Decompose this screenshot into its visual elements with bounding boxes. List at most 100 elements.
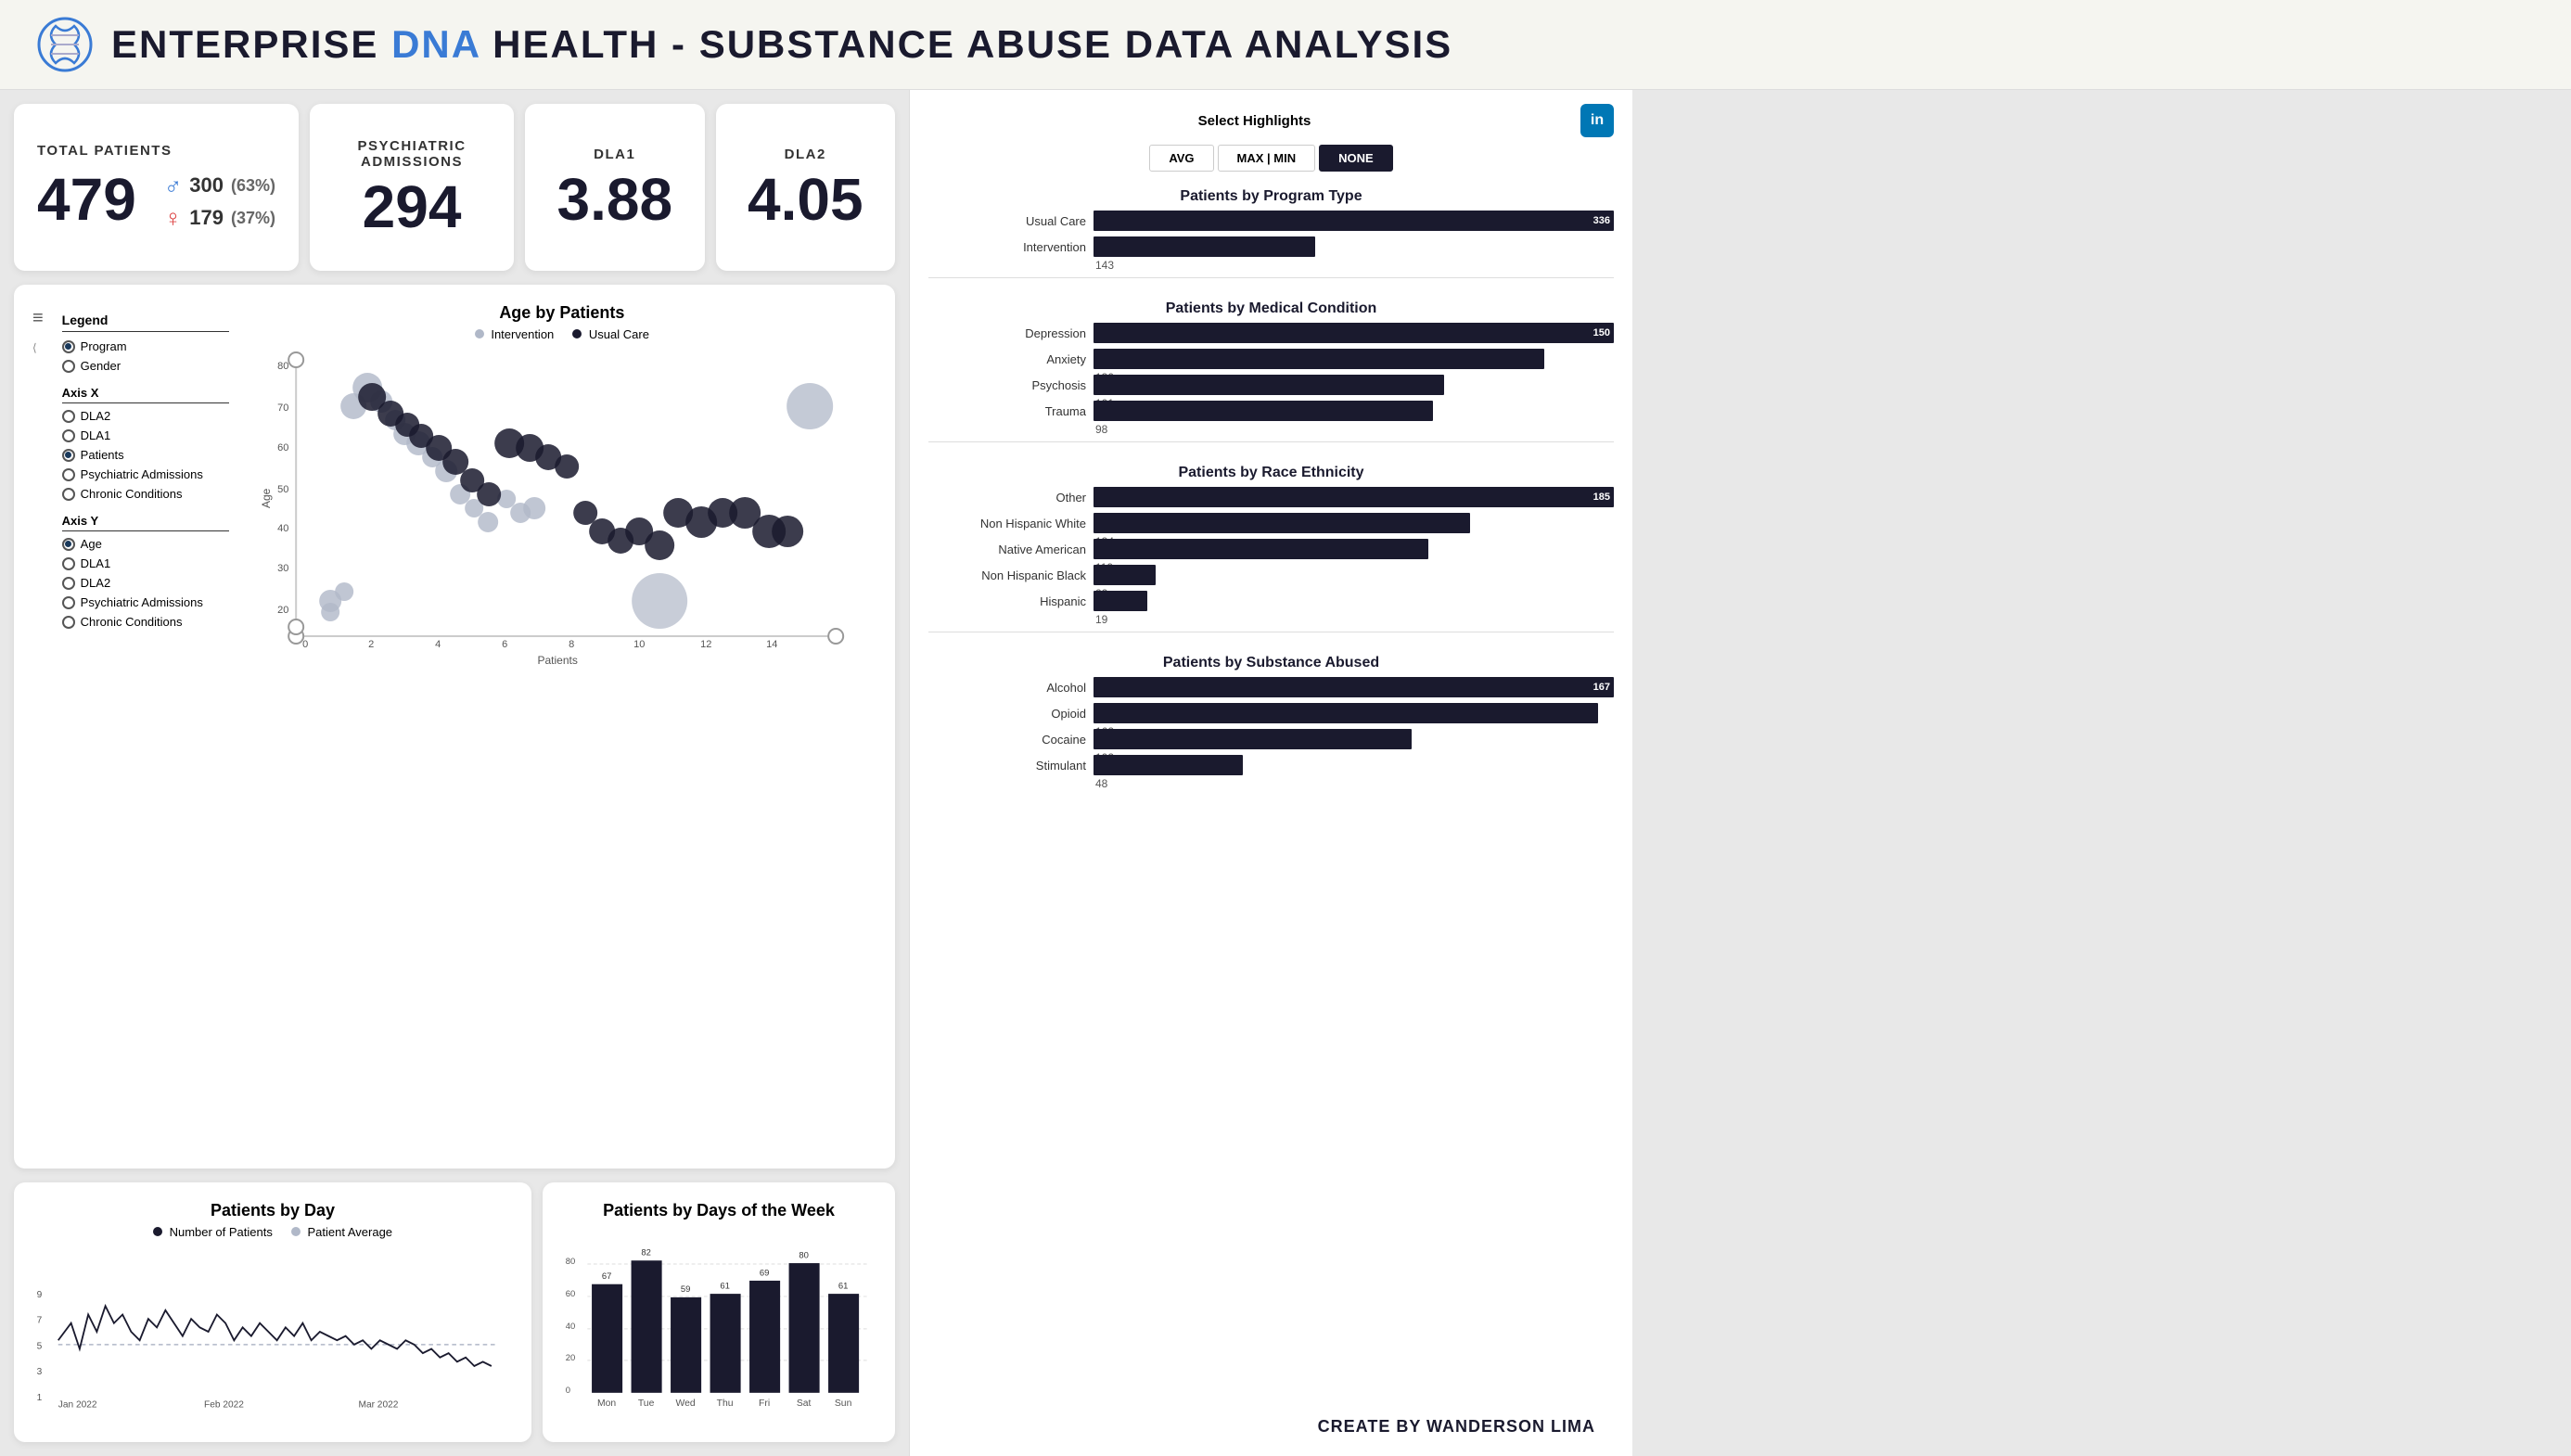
condition-depression-label: Depression (928, 326, 1086, 340)
svg-text:Sat: Sat (797, 1399, 812, 1409)
scatter-svg: 80 70 60 50 40 30 20 Age 0 2 4 6 (248, 351, 876, 666)
legend-gender[interactable]: Gender (62, 359, 229, 373)
condition-depression-row: Depression 150 (928, 323, 1614, 343)
substance-abused-title: Patients by Substance Abused (928, 655, 1614, 671)
svg-text:Thu: Thu (717, 1399, 734, 1409)
substance-opioid-bar (1094, 703, 1598, 723)
condition-psychosis-bar-container: 101 (1094, 375, 1614, 395)
legend-patient-average: Patient Average (291, 1225, 392, 1239)
footer-credit: CREATE BY WANDERSON LIMA (928, 1411, 1614, 1442)
hamburger-menu-icon[interactable]: ≡ (32, 308, 44, 329)
radio-program[interactable] (62, 340, 75, 353)
legend-program[interactable]: Program (62, 339, 229, 353)
svg-text:61: 61 (838, 1281, 849, 1291)
svg-text:3: 3 (37, 1367, 43, 1377)
axis-x-patients[interactable]: Patients (62, 448, 229, 462)
gender-breakdown: ♂ 300 (63%) ♀ 179 (37%) (164, 172, 275, 233)
radio-x-patients[interactable] (62, 449, 75, 462)
substance-cocaine-row: Cocaine 102 (928, 729, 1614, 749)
legend-usual-care-dot: Usual Care (572, 327, 649, 341)
svg-text:50: 50 (277, 484, 288, 495)
medical-condition-section: Patients by Medical Condition Depression… (928, 293, 1614, 427)
race-nhb-row: Non Hispanic Black 22 (928, 565, 1614, 585)
highlights-maxmin-btn[interactable]: MAX | MIN (1218, 145, 1316, 172)
legend-number-patients: Number of Patients (153, 1225, 273, 1239)
bottom-row: Patients by Day Number of Patients Patie… (14, 1182, 895, 1442)
svg-text:60: 60 (566, 1289, 576, 1299)
svg-text:60: 60 (277, 442, 288, 453)
svg-text:Patients: Patients (537, 654, 577, 666)
svg-text:67: 67 (602, 1271, 612, 1282)
scatter-chart-legend: Intervention Usual Care (248, 327, 876, 341)
collapse-icon[interactable]: ⟨ (32, 341, 44, 354)
svg-text:30: 30 (277, 563, 288, 574)
svg-text:Wed: Wed (676, 1399, 696, 1409)
radio-x-dla2[interactable] (62, 410, 75, 423)
axis-y-dla1[interactable]: DLA1 (62, 556, 229, 570)
axis-y-section: Axis Y Age DLA1 DLA2 (62, 514, 229, 629)
linkedin-icon[interactable]: in (1580, 104, 1614, 137)
svg-text:4: 4 (435, 639, 441, 650)
radio-x-psychiatric[interactable] (62, 468, 75, 481)
axis-y-dla2[interactable]: DLA2 (62, 576, 229, 590)
svg-text:Fri: Fri (759, 1399, 770, 1409)
condition-trauma-bar-container: 98 (1094, 401, 1614, 421)
substance-stimulant-bar-container: 48 (1094, 755, 1614, 775)
header: ENTERPRISE DNA HEALTH - SUBSTANCE ABUSE … (0, 0, 2571, 90)
svg-text:0: 0 (566, 1386, 570, 1396)
svg-text:2: 2 (368, 639, 374, 650)
admissions-value: 294 (363, 177, 462, 236)
patients-by-week-title: Patients by Days of the Week (561, 1201, 876, 1220)
substance-abused-section: Patients by Substance Abused Alcohol 167… (928, 647, 1614, 781)
total-patients-card: TOTAL PATIENTS 479 ♂ 300 (63%) ♀ 179 (37… (14, 104, 299, 271)
axis-y-psychiatric[interactable]: Psychiatric Admissions (62, 595, 229, 609)
race-nhb-bar (1094, 565, 1156, 585)
axis-x-chronic[interactable]: Chronic Conditions (62, 487, 229, 501)
radio-x-dla1[interactable] (62, 429, 75, 442)
axis-x-dla1[interactable]: DLA1 (62, 428, 229, 442)
page-title: ENTERPRISE DNA HEALTH - SUBSTANCE ABUSE … (111, 22, 1452, 67)
race-nhb-label: Non Hispanic Black (928, 568, 1086, 582)
condition-trauma-label: Trauma (928, 404, 1086, 418)
radio-gender[interactable] (62, 360, 75, 373)
substance-cocaine-bar-container: 102 (1094, 729, 1614, 749)
svg-text:5: 5 (37, 1342, 43, 1352)
axis-x-title: Axis X (62, 386, 229, 403)
radio-y-chronic[interactable] (62, 616, 75, 629)
axis-y-chronic[interactable]: Chronic Conditions (62, 615, 229, 629)
svg-text:40: 40 (566, 1322, 576, 1332)
radio-y-psychiatric[interactable] (62, 596, 75, 609)
highlights-none-btn[interactable]: NONE (1319, 145, 1393, 172)
substance-stimulant-bar (1094, 755, 1243, 775)
program-intervention-row: Intervention 143 (928, 236, 1614, 257)
race-nhw-bar (1094, 513, 1470, 533)
race-other-label: Other (928, 491, 1086, 504)
svg-text:20: 20 (277, 605, 288, 616)
axis-x-psychiatric[interactable]: Psychiatric Admissions (62, 467, 229, 481)
svg-text:82: 82 (641, 1248, 651, 1258)
highlights-avg-btn[interactable]: AVG (1149, 145, 1213, 172)
radio-x-chronic[interactable] (62, 488, 75, 501)
dla1-value: 3.88 (556, 170, 672, 229)
condition-anxiety-bar (1094, 349, 1544, 369)
condition-anxiety-bar-container: 130 (1094, 349, 1614, 369)
radio-y-age[interactable] (62, 538, 75, 551)
male-icon: ♂ (164, 172, 183, 200)
svg-text:80: 80 (277, 361, 288, 372)
axis-x-dla2[interactable]: DLA2 (62, 409, 229, 423)
dla2-card: DLA2 4.05 (716, 104, 896, 271)
radio-y-dla1[interactable] (62, 557, 75, 570)
radio-y-dla2[interactable] (62, 577, 75, 590)
admissions-label: PSYCHIATRIC ADMISSIONS (333, 138, 491, 170)
substance-stimulant-label: Stimulant (928, 759, 1086, 773)
program-intervention-bar-container: 143 (1094, 236, 1614, 257)
patients-by-day-legend: Number of Patients Patient Average (32, 1225, 513, 1239)
axis-y-age[interactable]: Age (62, 537, 229, 551)
race-native-label: Native American (928, 543, 1086, 556)
legend-title: Legend (62, 313, 229, 332)
medical-condition-title: Patients by Medical Condition (928, 300, 1614, 317)
program-usual-care-row: Usual Care 336 (928, 211, 1614, 231)
substance-alcohol-row: Alcohol 167 (928, 677, 1614, 697)
svg-text:80: 80 (566, 1257, 576, 1267)
axis-x-section: Axis X DLA2 DLA1 Patients (62, 386, 229, 501)
